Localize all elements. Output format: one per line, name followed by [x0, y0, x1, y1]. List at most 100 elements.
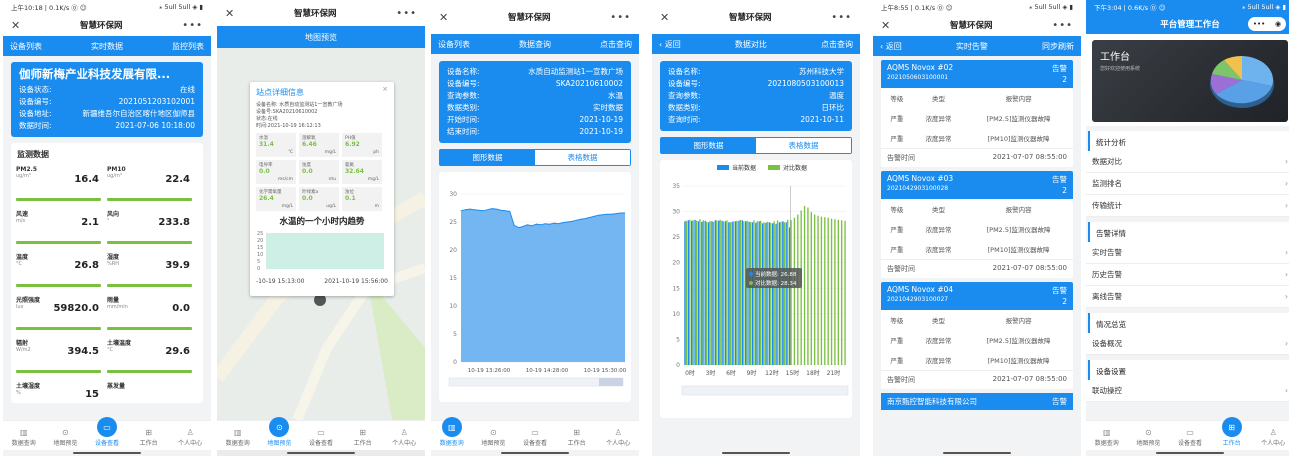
- more-icon[interactable]: •••: [610, 12, 631, 23]
- bar-compare: [692, 220, 694, 365]
- alarm-cell: [PM2.5]监测仪器故障: [986, 115, 1051, 123]
- chart-icon: ▥: [441, 417, 462, 437]
- more-icon[interactable]: •••: [396, 8, 417, 19]
- tab-workbench[interactable]: ⊞ 工作台: [558, 428, 596, 447]
- tab-profile[interactable]: ♙ 个人中心: [385, 428, 423, 447]
- more-icon[interactable]: •••: [831, 12, 852, 23]
- menu-item[interactable]: 监测排名 ›: [1086, 173, 1289, 195]
- bar-compare: [814, 214, 816, 365]
- menu-item[interactable]: 联动操控 ›: [1086, 380, 1289, 402]
- metric-bar: [107, 327, 192, 330]
- alarm-cell: 严重: [890, 115, 904, 123]
- info-label: 设备编号:: [447, 79, 480, 88]
- tab-graph-data[interactable]: 图形数据: [440, 150, 535, 165]
- cell-unit: ph: [373, 150, 379, 155]
- more-icon[interactable]: •••: [182, 20, 203, 31]
- tab-data-query[interactable]: ▥ 数据查询: [5, 428, 43, 447]
- metric-tile: 土壤温度 °C 29.6: [107, 338, 192, 377]
- metric-bar: [16, 241, 101, 244]
- tab-map[interactable]: ⊙ 地图预览: [474, 428, 512, 447]
- menu-item[interactable]: 设备概况 ›: [1086, 333, 1289, 355]
- nav-click-query[interactable]: 点击查询: [821, 39, 853, 50]
- metric-name: PM2.5: [16, 166, 37, 173]
- data-point: [589, 217, 590, 218]
- back-button[interactable]: ‹ 返回: [659, 39, 681, 50]
- tab-table-data[interactable]: 表格数据: [756, 138, 851, 153]
- alarm-card-partial[interactable]: 南京甄控智能科技有限公司 告警: [881, 393, 1073, 410]
- tab-map[interactable]: ⊙ 地图预览: [46, 428, 84, 447]
- tab-profile[interactable]: ♙ 个人中心: [171, 428, 209, 447]
- close-icon[interactable]: ✕: [225, 7, 234, 20]
- menu-item[interactable]: 实时告警 ›: [1086, 242, 1289, 264]
- menu-item[interactable]: 数据对比 ›: [1086, 151, 1289, 173]
- tab-data-query[interactable]: ▥ 数据查询: [433, 417, 471, 447]
- nav-device-list[interactable]: 设备列表: [438, 39, 470, 50]
- tab-device-view[interactable]: ▭ 设备查看: [302, 428, 340, 447]
- nav-click-query[interactable]: 点击查询: [600, 39, 632, 50]
- alarm-cell: [PM10]监测仪器故障: [987, 246, 1050, 254]
- title-bar: 平台管理工作台 ••• ◉: [1086, 14, 1289, 34]
- tab-workbench[interactable]: ⊞ 工作台: [344, 428, 382, 447]
- data-point: [518, 227, 519, 228]
- menu-item[interactable]: 历史告警 ›: [1086, 264, 1289, 286]
- nav-data-query[interactable]: 数据查询: [519, 39, 551, 50]
- capsule-menu[interactable]: ••• ◉: [1248, 17, 1286, 31]
- chevron-right-icon: ›: [1285, 270, 1288, 279]
- target-icon[interactable]: ◉: [1275, 20, 1281, 28]
- bar-compare: [753, 220, 755, 365]
- alarm-card[interactable]: AQMS Novox #02 2021050603100001 告警 2 等级 类型 报警内…: [881, 60, 1073, 167]
- bar-compare: [773, 221, 775, 365]
- y-tick-label: 25: [672, 234, 680, 241]
- close-icon[interactable]: ×: [382, 85, 388, 93]
- data-point: [611, 213, 613, 215]
- sync-refresh-button[interactable]: 同步刷新: [1042, 41, 1074, 52]
- screen-device-detail: 上午10:18 | 0.1K/s ⓪ ☺ ⁎ 5ull 5ull ◈ ▮ ✕ 智…: [3, 0, 211, 456]
- tab-map[interactable]: ⊙ 地图预览: [1129, 428, 1167, 447]
- menu-item[interactable]: 传输统计 ›: [1086, 195, 1289, 217]
- alarm-card[interactable]: AQMS Novox #04 2021042903100027 告警 2 等级 类型 报警内…: [881, 282, 1073, 389]
- cell-unit: m: [374, 204, 379, 209]
- menu-item[interactable]: 离线告警 ›: [1086, 286, 1289, 308]
- tab-workbench[interactable]: ⊞ 工作台: [1213, 417, 1251, 447]
- metric-value: 15: [85, 389, 99, 400]
- tab-bar: ▥ 数据查询 ⊙ 地图预览 ▭ 设备查看 ⊞ 工作台 ♙ 个人中心: [217, 417, 425, 450]
- data-point: [567, 221, 568, 223]
- more-icon[interactable]: •••: [1253, 20, 1265, 28]
- tab-table-data[interactable]: 表格数据: [535, 150, 630, 165]
- data-point: [496, 208, 497, 210]
- bar-compare: [844, 220, 846, 365]
- close-icon[interactable]: ✕: [439, 11, 448, 24]
- tab-profile[interactable]: ♙ 个人中心: [1254, 428, 1289, 447]
- close-icon[interactable]: ✕: [881, 19, 890, 32]
- tab-graph-data[interactable]: 图形数据: [661, 138, 756, 153]
- tab-device-view[interactable]: ▭ 设备查看: [1171, 428, 1209, 447]
- alarm-device-name: 南京甄控智能科技有限公司: [887, 397, 977, 406]
- tab-device-view[interactable]: ▭ 设备查看: [516, 428, 554, 447]
- close-icon[interactable]: ✕: [11, 19, 20, 32]
- legend-label-current: 当前数据: [732, 164, 756, 172]
- alarm-row: 严重 浓度异常 [PM10]监测仪器故障: [881, 350, 1073, 370]
- more-icon[interactable]: •••: [1052, 20, 1073, 31]
- tab-map[interactable]: ⊙ 地图预览: [260, 417, 298, 447]
- tab-data-query[interactable]: ▥ 数据查询: [219, 428, 257, 447]
- top-nav: 设备列表 数据查询 点击查询: [431, 34, 639, 54]
- y-tick-label: 15: [672, 285, 680, 292]
- tab-profile[interactable]: ♙ 个人中心: [599, 428, 637, 447]
- status-bar: 上午10:18 | 0.1K/s ⓪ ☺ ⁎ 5ull 5ull ◈ ▮: [3, 0, 211, 14]
- back-button[interactable]: ‹ 返回: [880, 41, 902, 52]
- alarm-cell: 浓度异常: [925, 226, 952, 234]
- metric-tile: 风速 m/s 2.1: [16, 209, 101, 248]
- data-point: [504, 210, 506, 212]
- info-label: 数据类别:: [447, 103, 480, 112]
- tab-device-view[interactable]: ▭ 设备查看: [88, 417, 126, 447]
- x-tick-label: 0时: [685, 369, 695, 377]
- nav-monitor-list[interactable]: 监控列表: [172, 41, 204, 52]
- menu-section: 告警详情 实时告警 › 历史告警 › 离线告警 ›: [1086, 217, 1289, 308]
- alarm-card[interactable]: AQMS Novox #03 2021042903100028 告警 2 等级 类型 报警内…: [881, 171, 1073, 278]
- tab-data-query[interactable]: ▥ 数据查询: [1088, 428, 1126, 447]
- x-tick-label: 12时: [765, 369, 779, 377]
- nav-device-list[interactable]: 设备列表: [10, 41, 42, 52]
- close-icon[interactable]: ✕: [660, 11, 669, 24]
- nav-realtime-data[interactable]: 实时数据: [91, 41, 123, 52]
- tab-workbench[interactable]: ⊞ 工作台: [130, 428, 168, 447]
